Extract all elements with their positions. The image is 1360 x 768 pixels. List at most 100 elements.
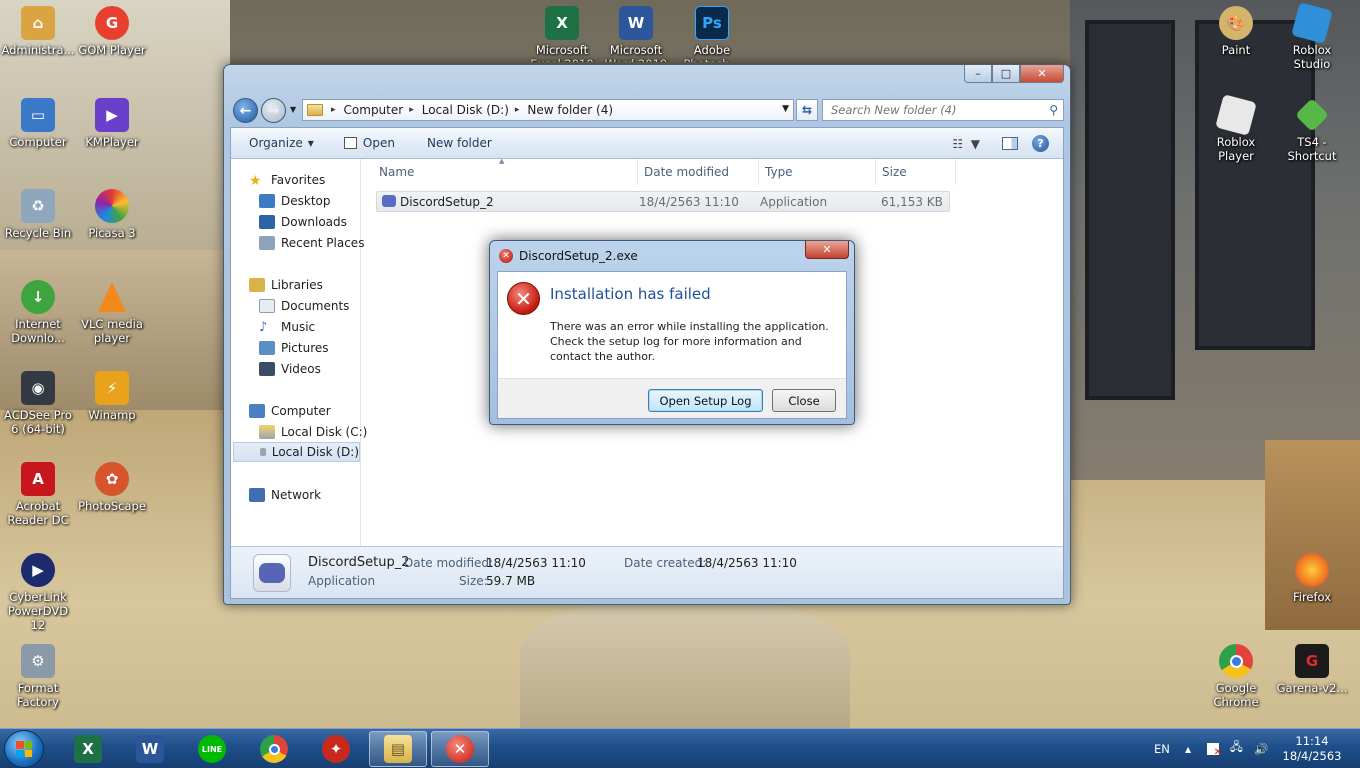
taskbar-excel[interactable]: X — [59, 731, 117, 767]
desktop-icon-word[interactable]: W Microsoft Word 2010 — [598, 6, 674, 62]
taskbar-line[interactable]: LINE — [183, 731, 241, 767]
desktop-icon-roblox-player[interactable]: Roblox Player — [1198, 94, 1274, 163]
nav-desktop[interactable]: Desktop — [259, 191, 331, 211]
taskbar-explorer[interactable]: ▤ — [369, 731, 427, 767]
desktop-icon-firefox[interactable]: Firefox — [1274, 553, 1350, 604]
refresh-button[interactable]: ⇆ — [796, 99, 818, 121]
desktop-icon-excel[interactable]: X Microsoft Excel 2010 — [524, 6, 600, 62]
help-button[interactable]: ? — [1032, 135, 1049, 152]
forward-button[interactable]: → — [261, 98, 286, 123]
recent-pages-dropdown[interactable]: ▼ — [290, 105, 296, 114]
desktop-icon-photoshop[interactable]: Ps Adobe Photosh... — [674, 6, 750, 62]
action-center-icon[interactable]: ✕ — [1207, 729, 1222, 768]
desktop-icon-picasa[interactable]: Picasa 3 — [74, 189, 150, 240]
change-view-button[interactable]: ☷ ▼ — [952, 137, 980, 151]
nav-local-disk-c[interactable]: Local Disk (C:) — [259, 422, 367, 442]
column-header-name[interactable]: ▲ Name — [362, 157, 638, 185]
details-date-modified: 18/4/2563 11:10 — [486, 556, 586, 570]
error-dialog: ✕ DiscordSetup_2.exe ✕ ✕ Installation ha… — [489, 240, 855, 425]
excel-icon: X — [74, 735, 102, 763]
desktop-icon-kmplayer[interactable]: ▶ KMPlayer — [74, 98, 150, 149]
desktop-icon-paint[interactable]: 🎨 Paint — [1198, 6, 1274, 57]
network-icon[interactable]: 🖧 — [1230, 729, 1243, 768]
chevron-right-icon: ▸ — [409, 105, 414, 115]
language-indicator[interactable]: EN — [1154, 729, 1170, 768]
desktop-icon-vlc[interactable]: VLC media player — [74, 280, 150, 345]
open-button[interactable]: Open — [324, 136, 405, 150]
desktop-icon-roblox-studio[interactable]: Roblox Studio — [1274, 2, 1350, 71]
nav-local-disk-d[interactable]: Local Disk (D:) — [233, 442, 360, 462]
start-button[interactable] — [4, 730, 44, 768]
nav-music[interactable]: ♪ Music — [259, 317, 315, 337]
minimize-button[interactable]: – — [964, 65, 992, 83]
file-row[interactable]: DiscordSetup_2 18/4/2563 11:10 Applicati… — [376, 191, 950, 212]
nav-computer[interactable]: Computer — [249, 401, 331, 421]
documents-icon — [259, 299, 275, 313]
nav-recent-places[interactable]: Recent Places — [259, 233, 364, 253]
nav-libraries[interactable]: Libraries — [249, 275, 323, 295]
command-bar: Organize ▼ Open New folder ☷ ▼ ? — [231, 128, 1063, 159]
search-icon[interactable]: ⚲ — [1049, 103, 1058, 117]
taskbar-chrome[interactable] — [245, 731, 303, 767]
desktop-icon-winamp[interactable]: ⚡ Winamp — [74, 371, 150, 422]
maximize-button[interactable]: □ — [992, 65, 1020, 83]
nav-videos[interactable]: Videos — [259, 359, 321, 379]
nav-favorites[interactable]: ★ Favorites — [249, 170, 325, 190]
desktop-icon-recycle-bin[interactable]: ♻ Recycle Bin — [0, 189, 76, 240]
roblox-player-icon — [1215, 94, 1257, 136]
organize-button[interactable]: Organize ▼ — [231, 136, 324, 150]
desktop-icon-acdsee[interactable]: ◉ ACDSee Pro 6 (64-bit) — [0, 371, 76, 436]
music-icon: ♪ — [259, 320, 268, 335]
column-header-size[interactable]: Size — [876, 159, 956, 185]
back-button[interactable]: ← — [233, 98, 258, 123]
desktop-icon-chrome[interactable]: Google Chrome — [1198, 644, 1274, 709]
desktop-icon-garena[interactable]: G Garena-v2... — [1274, 644, 1350, 695]
wallpaper-window — [1085, 20, 1175, 400]
desktop-icon-gom-player[interactable]: G GOM Player — [74, 6, 150, 57]
vlc-icon — [95, 280, 129, 314]
preview-pane-button[interactable] — [1002, 137, 1018, 150]
desktop-icon-sims4[interactable]: TS4 - Shortcut — [1274, 98, 1350, 163]
chevron-down-icon[interactable]: ▼ — [782, 104, 789, 114]
acrobat-icon: A — [21, 462, 55, 496]
close-button[interactable]: Close — [772, 389, 836, 412]
desktop-icon-acrobat[interactable]: A Acrobat Reader DC — [0, 462, 76, 527]
desktop-icon-photoscape[interactable]: ✿ PhotoScape — [74, 462, 150, 513]
taskbar-word[interactable]: W — [121, 731, 179, 767]
nav-network[interactable]: Network — [249, 485, 321, 505]
open-setup-log-button[interactable]: Open Setup Log — [648, 389, 763, 412]
close-button[interactable]: ✕ — [1020, 65, 1064, 83]
show-hidden-icons-button[interactable]: ▲ — [1185, 729, 1191, 768]
excel-icon: X — [545, 6, 579, 40]
search-input[interactable] — [831, 103, 1031, 117]
nav-documents[interactable]: Documents — [259, 296, 349, 316]
desktop-icon-powerdvd[interactable]: ▶ CyberLink PowerDVD 12 — [0, 553, 76, 632]
taskbar-game[interactable]: ✦ — [307, 731, 365, 767]
nav-downloads[interactable]: Downloads — [259, 212, 347, 232]
desktop-icon-administrator[interactable]: ⌂ Administra... — [0, 6, 76, 57]
volume-icon[interactable]: 🔊 — [1254, 729, 1268, 768]
breadcrumb-computer[interactable]: Computer — [344, 103, 404, 117]
new-folder-button[interactable]: New folder — [405, 136, 502, 150]
desktop-icon-computer[interactable]: ▭ Computer — [0, 98, 76, 149]
details-file-name: DiscordSetup_2 — [308, 555, 410, 570]
address-bar[interactable]: ▸ Computer ▸ Local Disk (D:) ▸ New folde… — [302, 99, 794, 121]
breadcrumb-new-folder[interactable]: New folder (4) — [527, 103, 613, 117]
chevron-right-icon: ▸ — [514, 105, 520, 115]
nav-pictures[interactable]: Pictures — [259, 338, 329, 358]
column-header-type[interactable]: Type — [759, 159, 876, 185]
desktop-icon-format-factory[interactable]: ⚙ Format Factory — [0, 644, 76, 709]
powerdvd-icon: ▶ — [21, 553, 55, 587]
desktop-icon-internet-download-manager[interactable]: ↓ Internet Downlo... — [0, 280, 76, 345]
libraries-icon — [249, 278, 265, 292]
clock[interactable]: 11:14 18/4/2563 — [1280, 734, 1344, 764]
network-icon — [249, 488, 265, 502]
open-icon — [343, 137, 357, 149]
breadcrumb-local-disk-d[interactable]: Local Disk (D:) — [422, 103, 509, 117]
taskbar-error-dialog[interactable]: ✕ — [431, 731, 489, 767]
column-header-date-modified[interactable]: Date modified — [638, 159, 759, 185]
search-box: ⚲ — [822, 99, 1064, 121]
details-date-modified-label: Date modified: — [404, 556, 494, 570]
dialog-close-button[interactable]: ✕ — [805, 241, 849, 259]
details-size-label: Size: — [459, 574, 488, 588]
